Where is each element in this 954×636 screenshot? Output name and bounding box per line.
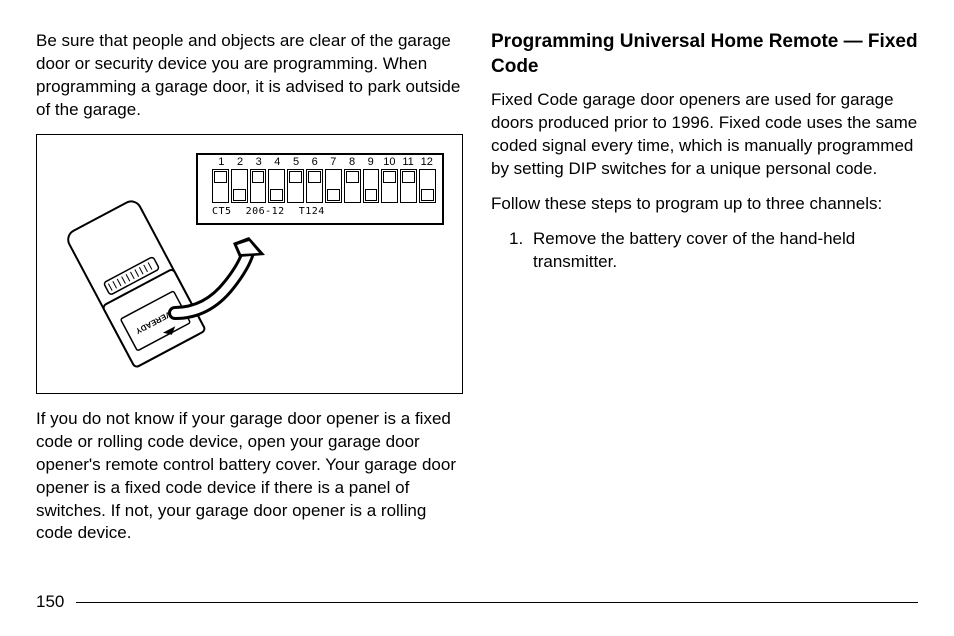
step-number: 1.: [509, 228, 533, 274]
dip-switches: [212, 169, 436, 203]
safety-paragraph: Be sure that people and objects are clea…: [36, 30, 463, 122]
dip-panel-label: CT5 206-12 T124: [212, 205, 436, 219]
right-column: Programming Universal Home Remote — Fixe…: [491, 30, 918, 557]
section-heading: Programming Universal Home Remote — Fixe…: [491, 30, 918, 79]
footer-rule: [76, 602, 918, 604]
left-column: Be sure that people and objects are clea…: [36, 30, 463, 557]
dip-switch-diagram: 1 2 3 4 5 6 7 8 9 10 11 12: [36, 134, 463, 394]
steps-intro: Follow these steps to program up to thre…: [491, 193, 918, 216]
step-text: Remove the battery cover of the hand-hel…: [533, 228, 918, 274]
arrow-icon: [167, 235, 277, 325]
dip-switch-numbers: 1 2 3 4 5 6 7 8 9 10 11 12: [212, 155, 436, 170]
fixed-code-description: Fixed Code garage door openers are used …: [491, 89, 918, 181]
dip-switch-panel: 1 2 3 4 5 6 7 8 9 10 11 12: [196, 153, 444, 225]
code-type-paragraph: If you do not know if your garage door o…: [36, 408, 463, 546]
page-number: 150: [36, 591, 64, 614]
page-footer: 150: [36, 591, 918, 614]
step-1: 1. Remove the battery cover of the hand-…: [509, 228, 918, 274]
